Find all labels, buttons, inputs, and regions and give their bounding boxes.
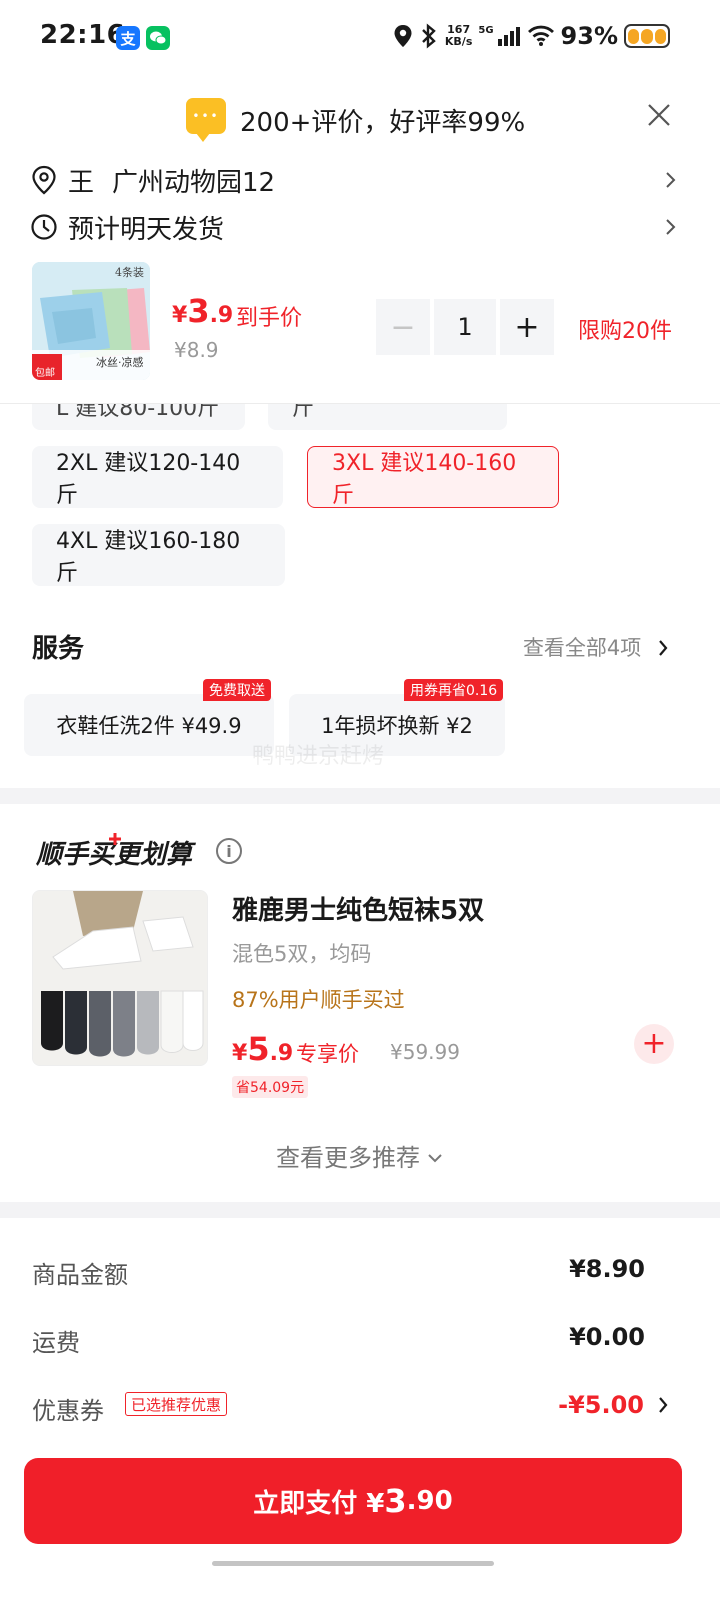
size-chip-partial[interactable]: XL 建议100-120斤 xyxy=(268,404,507,430)
recipient-name: 王 xyxy=(68,167,95,198)
review-banner[interactable]: ••• 200+评价，好评率99% xyxy=(0,90,720,146)
service-badge: 用券再省0.16 xyxy=(404,679,504,701)
size-chip-3xl-selected[interactable]: 3XL 建议140-160斤 xyxy=(307,446,559,508)
review-summary: 200+评价，好评率99% xyxy=(240,108,526,138)
increase-button[interactable]: + xyxy=(500,299,554,355)
status-bar: 22:16 支 167 KB/s 5G 93% xyxy=(0,0,720,76)
address-row[interactable]: 王 广州动物园12 xyxy=(30,160,690,200)
original-price: ¥8.9 xyxy=(174,338,219,362)
location-pin-icon xyxy=(32,165,56,195)
shipping-label: 运费 xyxy=(32,1329,80,1357)
plus-mark-icon xyxy=(109,833,121,845)
home-indicator[interactable] xyxy=(212,1561,494,1566)
quantity-value[interactable]: 1 xyxy=(434,299,496,355)
services-view-all[interactable]: 查看全部4项 xyxy=(523,632,670,662)
chevron-right-icon xyxy=(666,172,676,188)
location-icon xyxy=(394,25,412,47)
service-item-laundry[interactable]: 衣鞋任洗2件 ¥49.9 xyxy=(24,694,274,756)
thumb-caption: 冰丝·凉感 xyxy=(96,356,144,369)
alipay-icon: 支 xyxy=(116,26,140,50)
goods-amount-value: ¥8.90 xyxy=(569,1255,645,1283)
recommend-product-spec: 混色5双，均码 xyxy=(232,942,372,966)
net-speed: 167 KB/s xyxy=(444,23,473,48)
recommend-save-tag: 省54.09元 xyxy=(232,1076,309,1098)
section-gap xyxy=(0,1202,720,1218)
delivery-estimate: 预计明天发货 xyxy=(68,214,225,245)
recommend-original-price: ¥59.99 xyxy=(390,1040,460,1064)
pay-now-button[interactable]: 立即支付 ¥3.90 xyxy=(24,1458,682,1544)
info-icon[interactable]: i xyxy=(216,838,242,864)
chat-bubble-icon: ••• xyxy=(186,98,226,142)
size-chip-4xl[interactable]: 4XL 建议160-180斤 xyxy=(32,524,285,586)
services-title: 服务 xyxy=(32,634,85,664)
product-thumbnail[interactable]: 4条装 冰丝·凉感 包邮 xyxy=(32,262,150,380)
clock-icon xyxy=(31,214,57,240)
goods-amount-label: 商品金额 xyxy=(32,1261,128,1289)
recommend-popularity: 87%用户顺手买过 xyxy=(232,988,405,1012)
service-badge: 免费取送 xyxy=(203,679,271,701)
chevron-right-icon xyxy=(659,1397,668,1413)
thumb-pack-tag: 4条装 xyxy=(115,266,144,279)
coupon-tag: 已选推荐优惠 xyxy=(125,1392,228,1416)
quantity-stepper[interactable]: − 1 + xyxy=(376,299,554,355)
recommend-product-name[interactable]: 雅鹿男士纯色短袜5双 xyxy=(232,890,484,927)
status-indicators: 167 KB/s 5G 93% xyxy=(393,22,670,50)
shipping-value: ¥0.00 xyxy=(569,1323,645,1351)
thumb-badge: 包邮 xyxy=(35,368,55,379)
status-time: 22:16 xyxy=(40,20,126,50)
chevron-down-icon xyxy=(428,1154,442,1163)
section-gap xyxy=(0,788,720,804)
coupon-value: -¥5.00 xyxy=(558,1391,644,1419)
coupon-label: 优惠券 xyxy=(32,1397,104,1425)
chevron-right-icon xyxy=(666,219,676,235)
size-chip-2xl[interactable]: 2XL 建议120-140斤 xyxy=(32,446,283,508)
battery-icon xyxy=(624,24,670,48)
address-text: 广州动物园12 xyxy=(112,167,276,198)
recommend-price: ¥5.9 xyxy=(232,1030,294,1068)
wechat-icon xyxy=(146,26,170,50)
watermark-text: 鸭鸭进京赶烤 xyxy=(252,744,385,769)
chevron-right-icon xyxy=(659,640,668,656)
more-recommendations[interactable]: 查看更多推荐 xyxy=(0,1138,720,1173)
signal-icon xyxy=(497,27,520,46)
purchase-limit: 限购20件 xyxy=(578,319,672,344)
size-chip-partial[interactable]: L 建议80-100斤 xyxy=(32,404,245,430)
coupon-row-action[interactable]: -¥5.00 xyxy=(558,1391,670,1419)
final-price: ¥3.9 xyxy=(172,292,234,330)
delivery-row[interactable]: 预计明天发货 xyxy=(30,207,690,247)
socks-image[interactable] xyxy=(32,890,208,1066)
bluetooth-icon xyxy=(422,23,436,49)
wifi-icon xyxy=(527,25,554,46)
add-to-order-button[interactable]: + xyxy=(634,1024,674,1064)
network-type: 5G xyxy=(478,25,494,36)
decrease-button[interactable]: − xyxy=(376,299,430,355)
battery-percent: 93% xyxy=(560,22,618,50)
close-icon[interactable] xyxy=(644,100,674,130)
final-price-label: 到手价 xyxy=(236,306,303,331)
recommend-price-label: 专享价 xyxy=(296,1042,359,1066)
